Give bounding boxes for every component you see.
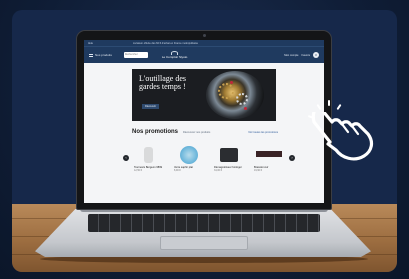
laptop-trackpad bbox=[160, 236, 248, 250]
carousel-next-button[interactable]: › bbox=[289, 155, 295, 161]
product-price: 12,50 € bbox=[134, 169, 142, 172]
hero-title: L'outillage des gardes temps ! bbox=[139, 74, 186, 91]
site-logo[interactable]: Le Comptoir Siyuto bbox=[161, 51, 188, 59]
nav-right: Mon compte Favoris 0 bbox=[284, 52, 319, 58]
shipping-promo: Livraison offerte dès 60 € d'achat en Fr… bbox=[133, 41, 199, 45]
screwdriver-icon bbox=[134, 145, 164, 165]
tap-ray bbox=[328, 100, 330, 106]
product-card[interactable]: Bracelet cuir 19,90 € bbox=[254, 145, 284, 172]
product-card[interactable]: Démagnétiseur horloger 34,00 € bbox=[214, 145, 244, 172]
carousel-prev-button[interactable]: ‹ bbox=[123, 155, 129, 161]
sapphire-glass-icon bbox=[174, 145, 204, 165]
laptop-lid: Aide Livraison offerte dès 60 € d'achat … bbox=[76, 30, 332, 210]
product-price: 34,00 € bbox=[214, 169, 222, 172]
hero-banner[interactable]: L'outillage des gardes temps ! Découvrir bbox=[132, 69, 276, 121]
search-input[interactable]: Rechercher bbox=[123, 52, 148, 58]
camera-icon bbox=[203, 34, 206, 37]
logo-text: Le Comptoir Siyuto bbox=[161, 55, 188, 59]
products-menu-button[interactable]: Nos produits bbox=[89, 53, 112, 57]
promotions-subtitle: Découvrez nos produits bbox=[183, 130, 211, 134]
hamburger-menu-icon bbox=[89, 53, 93, 57]
product-card[interactable]: Tournevis Bergeon 6899 12,50 € bbox=[134, 145, 164, 172]
product-card[interactable]: Verre saphir plat 8,90 € bbox=[174, 145, 204, 172]
cart-button[interactable]: 0 bbox=[313, 52, 319, 58]
jewel-icon bbox=[230, 81, 233, 84]
laptop-keyboard bbox=[88, 214, 320, 232]
strap-icon bbox=[254, 145, 284, 165]
promotions-title: Nos promotions bbox=[132, 129, 178, 135]
site-navbar: Nos produits Rechercher Le Comptoir Siyu… bbox=[84, 46, 324, 63]
laptop-screen: Aide Livraison offerte dès 60 € d'achat … bbox=[84, 40, 324, 203]
hand-outline bbox=[311, 112, 374, 161]
product-price: 19,90 € bbox=[254, 169, 262, 172]
scene-background: Aide Livraison offerte dès 60 € d'achat … bbox=[0, 0, 409, 279]
watch-movement-icon bbox=[206, 71, 264, 119]
hero-discover-button[interactable]: Découvrir bbox=[142, 104, 160, 109]
all-promotions-link[interactable]: Voir toutes les promotions bbox=[248, 131, 278, 134]
products-menu-label: Nos produits bbox=[95, 53, 112, 57]
jewel-icon bbox=[244, 107, 247, 110]
gear-icon bbox=[236, 93, 248, 105]
promotions-header: Nos promotions Découvrez nos produits Vo… bbox=[132, 129, 324, 135]
demagnetizer-icon bbox=[214, 145, 244, 165]
account-link[interactable]: Mon compte bbox=[284, 54, 298, 57]
product-price: 8,90 € bbox=[174, 169, 181, 172]
gear-icon bbox=[218, 83, 234, 99]
promotions-carousel: ‹ Tournevis Bergeon 6899 12,50 € Verre s… bbox=[84, 145, 324, 181]
favorites-link[interactable]: Favoris bbox=[301, 54, 310, 57]
help-link[interactable]: Aide bbox=[88, 42, 93, 45]
